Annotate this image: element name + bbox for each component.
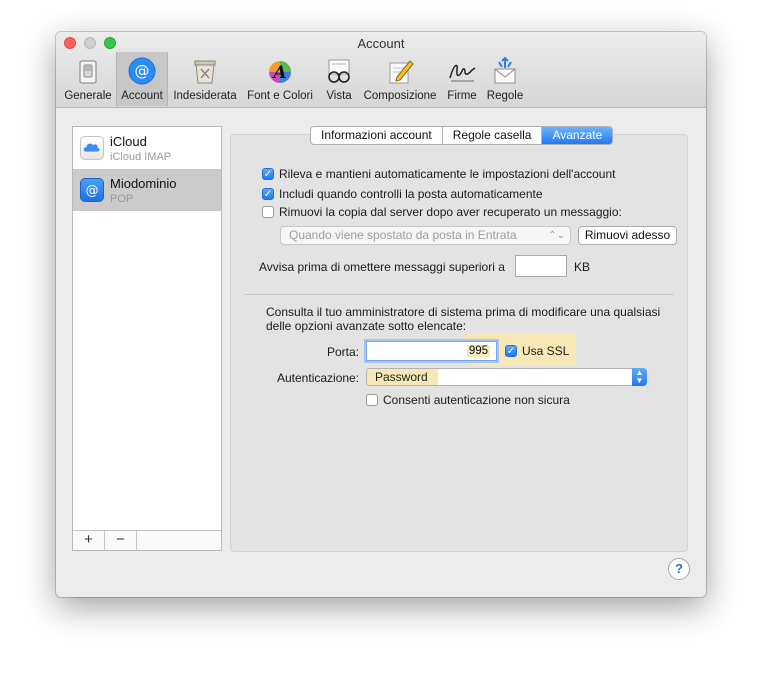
cloud-icon	[80, 136, 104, 160]
tab-bar: Informazioni account Regole casella Avan…	[310, 126, 614, 145]
preferences-window: Account Generale @ Account Indesiderata …	[56, 32, 706, 597]
toolbar-font-colori[interactable]: A Font e Colori	[243, 52, 317, 106]
toolbar-account[interactable]: @ Account	[116, 52, 168, 106]
tab-informazioni-account[interactable]: Informazioni account	[311, 127, 443, 144]
auth-label: Autenticazione:	[277, 371, 360, 385]
remove-copy-label: Rimuovi la copia dal server dopo aver re…	[279, 205, 622, 219]
auto-detect-checkbox[interactable]: ✓	[262, 168, 274, 180]
toolbar-regole[interactable]: Regole	[484, 52, 526, 106]
account-item-miodominio[interactable]: @ Miodominio POP	[73, 169, 221, 211]
updown-chevron-icon: ▲ ▼	[632, 368, 647, 386]
warn-size-label: Avvisa prima di omettere messaggi superi…	[259, 260, 505, 274]
svg-text:A: A	[271, 63, 286, 83]
toolbar-label: Vista	[326, 90, 352, 102]
insecure-auth-checkbox[interactable]	[366, 394, 378, 406]
account-type: POP	[110, 193, 134, 205]
toolbar-label: Indesiderata	[173, 90, 237, 102]
port-label: Porta:	[327, 345, 360, 359]
at-sign-icon: @	[128, 57, 156, 85]
remove-when-popup: Quando viene spostato da posta in Entrat…	[280, 226, 571, 245]
warn-size-field[interactable]	[515, 255, 567, 277]
account-list-footer: + −	[73, 530, 221, 550]
svg-text:@: @	[135, 62, 150, 80]
titlebar: Account Generale @ Account Indesiderata …	[56, 32, 706, 108]
admin-note-line1: Consulta il tuo amministratore di sistem…	[266, 305, 661, 319]
warn-size-unit: KB	[574, 260, 591, 274]
admin-note-line2: delle opzioni avanzate sotto elencate:	[266, 319, 467, 333]
svg-text:@: @	[86, 184, 99, 199]
account-list: iCloud iCloud IMAP @ Miodominio POP + −	[72, 126, 222, 551]
include-check-label: Includi quando controlli la posta automa…	[279, 187, 543, 201]
account-type: iCloud IMAP	[110, 151, 172, 163]
toolbar-label: Composizione	[363, 90, 437, 102]
toolbar-generale[interactable]: Generale	[62, 52, 114, 106]
insecure-auth-label: Consenti autenticazione non sicura	[383, 393, 570, 407]
use-ssl-checkbox[interactable]: ✓	[505, 345, 517, 357]
remove-when-value: Quando viene spostato da posta in Entrat…	[289, 228, 517, 242]
at-sign-icon: @	[80, 178, 104, 202]
signature-icon	[449, 64, 476, 82]
use-ssl-label: Usa SSL	[522, 344, 570, 358]
tab-regole-casella[interactable]: Regole casella	[443, 127, 543, 144]
help-button[interactable]: ?	[668, 558, 690, 580]
divider	[244, 294, 674, 295]
toolbar-composizione[interactable]: Composizione	[361, 52, 439, 106]
toolbar-label: Firme	[447, 90, 477, 102]
include-check-checkbox[interactable]: ✓	[262, 188, 274, 200]
window-title: Account	[357, 36, 405, 51]
port-value: 995	[466, 345, 490, 357]
account-name: Miodominio	[110, 176, 177, 191]
auto-detect-label: Rileva e mantieni automaticamente le imp…	[279, 167, 616, 181]
toolbar-indesiderata[interactable]: Indesiderata	[170, 52, 240, 106]
updown-chevron-icon: ⌃⌄	[548, 230, 565, 241]
remove-copy-checkbox[interactable]	[262, 206, 274, 218]
add-account-button[interactable]: +	[73, 531, 105, 550]
auth-popup[interactable]: Password ▲ ▼	[366, 368, 647, 386]
toolbar-label: Regole	[486, 90, 524, 102]
junk-bin-icon	[194, 60, 216, 84]
rules-envelope-icon	[494, 56, 516, 84]
switch-icon	[79, 60, 97, 84]
port-field[interactable]: 995	[366, 341, 497, 361]
compose-pencil-icon	[389, 60, 414, 84]
font-colors-icon: A	[269, 61, 291, 83]
auth-value: Password	[367, 369, 438, 385]
glasses-icon	[328, 59, 350, 83]
remove-account-button[interactable]: −	[105, 531, 137, 550]
account-item-icloud[interactable]: iCloud iCloud IMAP	[73, 127, 221, 169]
account-name: iCloud	[110, 134, 147, 149]
toolbar-firme[interactable]: Firme	[443, 52, 481, 106]
tab-avanzate[interactable]: Avanzate	[542, 127, 613, 144]
toolbar-label: Font e Colori	[247, 90, 313, 102]
toolbar-label: Generale	[64, 90, 112, 102]
remove-now-button[interactable]: Rimuovi adesso	[578, 226, 677, 245]
toolbar-label: Account	[121, 90, 163, 102]
toolbar-vista[interactable]: Vista	[320, 52, 358, 106]
